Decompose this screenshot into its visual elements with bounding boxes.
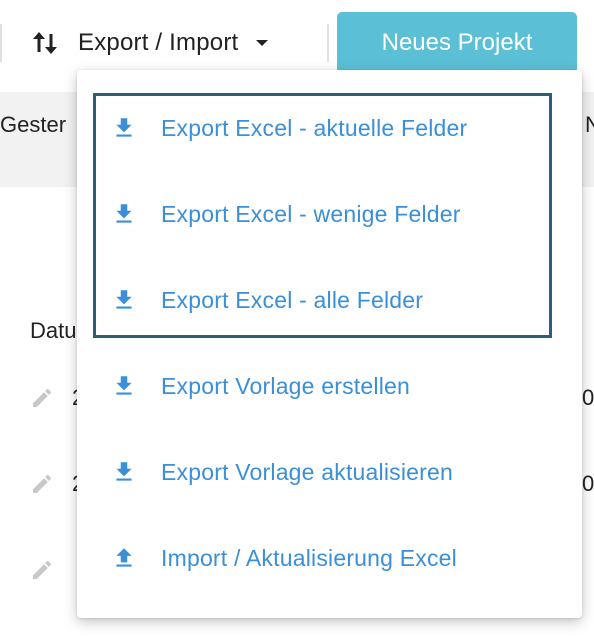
menu-item-label: Export Excel - aktuelle Felder xyxy=(161,114,468,141)
download-icon xyxy=(116,290,132,309)
export-import-label: Export / Import xyxy=(78,29,239,56)
menu-item-label: Export Vorlage aktualisieren xyxy=(161,458,453,485)
pencil-icon[interactable] xyxy=(30,472,54,496)
menu-item-label: Export Vorlage erstellen xyxy=(161,372,410,399)
download-icon xyxy=(116,118,132,137)
toolbar-divider xyxy=(0,24,2,62)
menu-item-export-excel-all[interactable]: Export Excel - alle Felder xyxy=(77,257,582,343)
menu-item-label: Export Excel - wenige Felder xyxy=(161,200,461,227)
menu-item-export-excel-current[interactable]: Export Excel - aktuelle Felder xyxy=(77,85,582,171)
export-import-button[interactable]: Export / Import xyxy=(30,20,320,66)
menu-item-export-template-update[interactable]: Export Vorlage aktualisieren xyxy=(77,429,582,515)
row-value: 0 xyxy=(582,471,594,496)
menu-item-export-template-create[interactable]: Export Vorlage erstellen xyxy=(77,343,582,429)
menu-item-label: Import / Aktualisierung Excel xyxy=(161,544,457,571)
toolbar-divider xyxy=(327,24,329,62)
row-value: 0 xyxy=(582,385,594,410)
download-icon xyxy=(116,376,132,395)
upload-icon xyxy=(116,548,132,567)
menu-item-export-excel-few[interactable]: Export Excel - wenige Felder xyxy=(77,171,582,257)
download-icon xyxy=(116,204,132,223)
new-project-button[interactable]: Neues Projekt xyxy=(337,12,577,74)
menu-item-label: Export Excel - alle Felder xyxy=(161,286,424,313)
sort-arrows-icon xyxy=(33,32,57,54)
column-label: Datu xyxy=(30,318,77,343)
menu-item-import-excel[interactable]: Import / Aktualisierung Excel xyxy=(77,515,582,601)
pencil-icon[interactable] xyxy=(30,386,54,410)
table-header-cell: N xyxy=(585,112,594,137)
chevron-down-icon xyxy=(256,40,269,46)
download-icon xyxy=(116,462,132,481)
pencil-icon[interactable] xyxy=(30,558,54,582)
table-header-cell: Gester xyxy=(0,112,67,137)
